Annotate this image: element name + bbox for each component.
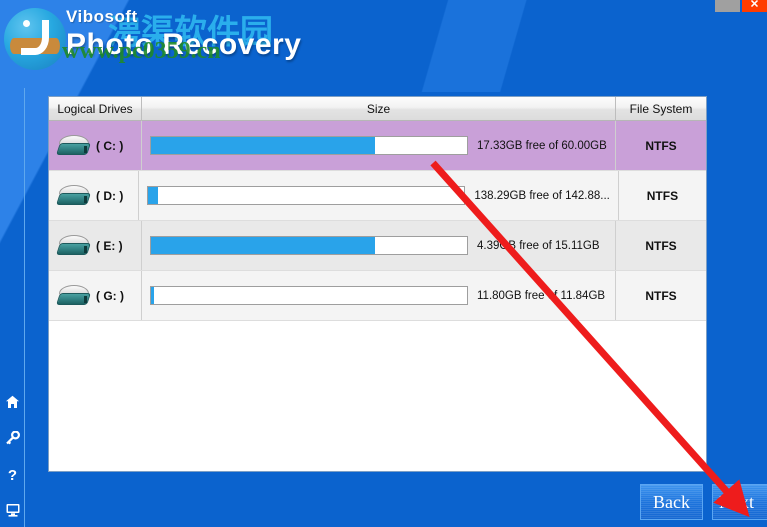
size-text: 4.39GB free of 15.11GB (477, 239, 600, 252)
table-row[interactable]: ( E: ) 4.39GB free of 15.11GB NTFS (49, 221, 706, 271)
size-text: 17.33GB free of 60.00GB (477, 139, 607, 152)
file-system-cell: NTFS (645, 138, 677, 153)
column-header-size[interactable]: Size (142, 97, 616, 121)
drive-cell: ( E: ) (49, 221, 142, 270)
table-row[interactable]: ( C: ) 17.33GB free of 60.00GB NTFS (49, 121, 706, 171)
file-system-cell: NTFS (645, 238, 677, 253)
drive-cell: ( G: ) (49, 271, 142, 320)
watermark-url: www.pc0359.cn (62, 38, 221, 64)
vibosoft-logo-icon (4, 8, 66, 70)
hard-drive-icon (56, 284, 91, 307)
app-header: 涄渠软件园 Vibosoft Photo Recovery www.pc0359… (0, 0, 767, 88)
drive-letter: ( E: ) (96, 238, 123, 253)
usage-bar-fill (148, 187, 158, 204)
drive-letter: ( G: ) (96, 288, 124, 303)
usage-bar-fill (151, 287, 155, 304)
drive-letter: ( D: ) (96, 188, 124, 203)
next-button[interactable]: Next (712, 484, 767, 520)
drive-letter: ( C: ) (96, 138, 124, 153)
drive-cell: ( C: ) (49, 121, 142, 170)
table-header-row: Logical Drives Size File System (49, 97, 706, 121)
size-cell: 138.29GB free of 142.88... (139, 171, 619, 220)
sidebar-icon-list: ? (0, 384, 25, 527)
left-sidebar: ? (0, 88, 25, 527)
file-system-cell: NTFS (645, 288, 677, 303)
sidebar-item-register[interactable] (0, 420, 25, 456)
table-row[interactable]: ( G: ) 11.80GB free of 11.84GB NTFS (49, 271, 706, 321)
size-text: 138.29GB free of 142.88... (474, 189, 610, 202)
brand-vendor: Vibosoft (66, 7, 138, 26)
hard-drive-icon (56, 134, 91, 157)
usage-bar (150, 136, 468, 155)
usage-bar (150, 236, 468, 255)
sidebar-item-computer[interactable] (0, 492, 25, 527)
svg-text:?: ? (8, 467, 17, 482)
column-header-file-system[interactable]: File System (616, 97, 706, 121)
sidebar-item-help[interactable]: ? (0, 456, 25, 492)
size-cell: 4.39GB free of 15.11GB (142, 221, 616, 270)
back-button[interactable]: Back (640, 484, 703, 520)
drives-panel: Logical Drives Size File System ( C: ) 1… (48, 96, 707, 472)
photo-recovery-window: ✕ 涄渠软件园 Vibosoft Photo Recovery www.pc03… (0, 0, 767, 527)
table-row[interactable]: ( D: ) 138.29GB free of 142.88... NTFS (49, 171, 706, 221)
usage-bar-fill (151, 137, 376, 154)
column-header-logical-drives[interactable]: Logical Drives (49, 97, 142, 121)
usage-bar-fill (151, 237, 376, 254)
usage-bar (147, 186, 466, 205)
drive-cell: ( D: ) (49, 171, 140, 220)
size-cell: 17.33GB free of 60.00GB (142, 121, 616, 170)
size-text: 11.80GB free of 11.84GB (477, 289, 606, 302)
file-system-cell: NTFS (646, 188, 679, 203)
size-cell: 11.80GB free of 11.84GB (142, 271, 616, 320)
hard-drive-icon (56, 184, 91, 207)
usage-bar (150, 286, 468, 305)
sidebar-item-home[interactable] (0, 384, 25, 420)
hard-drive-icon (56, 234, 91, 257)
